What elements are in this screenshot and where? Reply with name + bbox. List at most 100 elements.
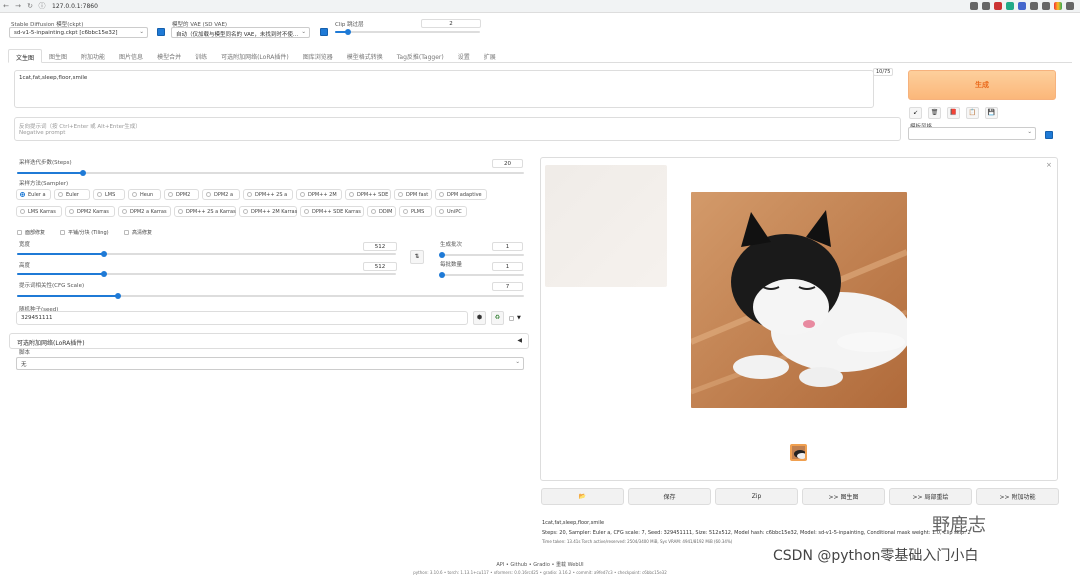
radio-dot[interactable] xyxy=(243,209,248,214)
tab-11[interactable]: 扩展 xyxy=(477,49,503,63)
batch-size-slider[interactable] xyxy=(439,272,524,278)
share-icon[interactable] xyxy=(970,2,978,10)
address-bar[interactable]: 127.0.0.1:7860 xyxy=(52,3,98,10)
radio-dot[interactable] xyxy=(206,192,211,197)
sampler-option[interactable]: DPM2 a xyxy=(202,189,240,200)
tab-2[interactable]: 附加功能 xyxy=(74,49,112,63)
batch-size-value[interactable]: 1 xyxy=(492,262,523,271)
paste-icon[interactable]: ↙ xyxy=(909,107,922,119)
send-to-img2img-button[interactable]: >> 图生图 xyxy=(802,488,885,505)
tab-8[interactable]: 模型格式转换 xyxy=(340,49,390,63)
checkbox-box[interactable] xyxy=(124,230,129,235)
zip-button[interactable]: Zip xyxy=(715,488,798,505)
seed-input[interactable]: 329451111 xyxy=(16,311,468,325)
menu-icon[interactable] xyxy=(1066,2,1074,10)
reuse-seed-button[interactable]: ♻ xyxy=(491,311,504,325)
tab-0[interactable]: 文生图 xyxy=(8,49,43,63)
tab-10[interactable]: 设置 xyxy=(451,49,477,63)
sampler-option[interactable]: LMS Karras xyxy=(16,206,62,217)
profile-icon[interactable] xyxy=(1054,2,1062,10)
save-icon[interactable]: 💾 xyxy=(985,107,998,119)
lora-accordion[interactable]: 可选附加网络(LoRA插件) ◀ xyxy=(9,333,529,349)
radio-dot[interactable] xyxy=(247,192,252,197)
reload-icon[interactable]: ↻ xyxy=(24,2,36,10)
sampler-option[interactable]: DPM++ 2S a xyxy=(243,189,293,200)
radio-dot[interactable] xyxy=(58,192,63,197)
sampler-option[interactable]: Euler a xyxy=(16,189,51,200)
cfg-value[interactable]: 7 xyxy=(492,282,523,291)
sampler-option[interactable]: DPM2 a Karras xyxy=(118,206,171,217)
checkbox-box[interactable] xyxy=(509,315,514,321)
sampler-option[interactable]: DPM++ SDE xyxy=(345,189,391,200)
extension-icon[interactable] xyxy=(1006,2,1014,10)
cfg-slider[interactable] xyxy=(17,293,524,299)
hires-fix-checkbox[interactable]: 高清修复 xyxy=(124,229,152,236)
radio-dot[interactable] xyxy=(349,192,354,197)
tab-9[interactable]: Tag反推(Tagger) xyxy=(390,49,451,63)
face-restore-checkbox[interactable]: 面部修复 xyxy=(17,229,45,236)
tab-5[interactable]: 训练 xyxy=(188,49,214,63)
radio-dot[interactable] xyxy=(168,192,173,197)
batch-count-slider[interactable] xyxy=(439,252,524,258)
sampler-option[interactable]: PLMS xyxy=(399,206,432,217)
trash-icon[interactable]: 🗑 xyxy=(928,107,941,119)
radio-dot[interactable] xyxy=(403,209,408,214)
radio-dot[interactable] xyxy=(97,192,102,197)
clip-skip-slider[interactable] xyxy=(335,29,480,35)
tab-7[interactable]: 图库浏览器 xyxy=(296,49,340,63)
sampler-option[interactable]: Heun xyxy=(128,189,161,200)
width-value[interactable]: 512 xyxy=(363,242,397,251)
save-button[interactable]: 保存 xyxy=(628,488,711,505)
radio-dot[interactable] xyxy=(398,192,403,197)
extension-icon[interactable] xyxy=(994,2,1002,10)
sampler-option[interactable]: DPM++ SDE Karras xyxy=(300,206,364,217)
swap-dimensions-button[interactable]: ⇅ xyxy=(410,250,424,264)
width-slider[interactable] xyxy=(17,251,396,257)
radio-dot[interactable] xyxy=(300,192,305,197)
radio-dot[interactable] xyxy=(132,192,137,197)
steps-value[interactable]: 20 xyxy=(492,159,523,168)
height-value[interactable]: 512 xyxy=(363,262,397,271)
negative-prompt-input[interactable]: 反向提示词（按 Ctrl+Enter 或 Alt+Enter生成） Negati… xyxy=(14,117,901,141)
refresh-vae-button[interactable] xyxy=(320,28,328,36)
sidebar-icon[interactable] xyxy=(1042,2,1050,10)
forward-icon[interactable]: → xyxy=(12,2,24,10)
checkbox-box[interactable] xyxy=(17,230,22,235)
gallery-thumbnail[interactable] xyxy=(790,444,807,461)
prompt-input[interactable]: 1cat,fat,sleep,floor,smile xyxy=(14,70,874,108)
sampler-option[interactable]: DPM++ 2M Karras xyxy=(239,206,297,217)
send-to-extras-button[interactable]: >> 附加功能 xyxy=(976,488,1059,505)
tab-1[interactable]: 图生图 xyxy=(42,49,74,63)
bookmark-icon[interactable] xyxy=(982,2,990,10)
sampler-option[interactable]: DPM fast xyxy=(394,189,432,200)
extra-seed-checkbox[interactable]: ▼ xyxy=(509,315,521,321)
radio-dot[interactable] xyxy=(439,209,444,214)
sampler-option[interactable]: UniPC xyxy=(435,206,467,217)
steps-slider[interactable] xyxy=(17,170,524,176)
clip-skip-value[interactable]: 2 xyxy=(421,19,481,28)
close-icon[interactable]: × xyxy=(1046,161,1052,169)
back-icon[interactable]: ← xyxy=(0,2,12,10)
sampler-option[interactable]: DPM2 xyxy=(164,189,199,200)
radio-dot[interactable] xyxy=(69,209,74,214)
random-seed-button[interactable]: ⬢ xyxy=(473,311,486,325)
clipboard-icon[interactable]: 📋 xyxy=(966,107,979,119)
sampler-option[interactable]: LMS xyxy=(93,189,125,200)
radio-dot[interactable] xyxy=(439,192,444,197)
info-icon[interactable]: ⓘ xyxy=(36,1,48,11)
radio-dot[interactable] xyxy=(122,209,127,214)
checkbox-box[interactable] xyxy=(60,230,65,235)
tab-3[interactable]: 图片信息 xyxy=(112,49,150,63)
apply-style-button[interactable] xyxy=(1045,131,1053,139)
generate-button[interactable]: 生成 xyxy=(908,70,1056,100)
sd-model-select[interactable]: sd-v1-5-inpainting.ckpt [c6bbc15e32] ⌄ xyxy=(9,27,148,38)
tab-6[interactable]: 可选附加网络(LoRA插件) xyxy=(214,49,296,63)
sampler-option[interactable]: DPM2 Karras xyxy=(65,206,115,217)
sampler-option[interactable]: DPM adaptive xyxy=(435,189,487,200)
radio-dot[interactable] xyxy=(371,209,376,214)
sampler-option[interactable]: Euler xyxy=(54,189,90,200)
sampler-option[interactable]: DDIM xyxy=(367,206,396,217)
height-slider[interactable] xyxy=(17,271,396,277)
collapse-icon[interactable]: ◀ xyxy=(517,337,522,344)
style-select[interactable]: ⌄ xyxy=(908,127,1036,140)
